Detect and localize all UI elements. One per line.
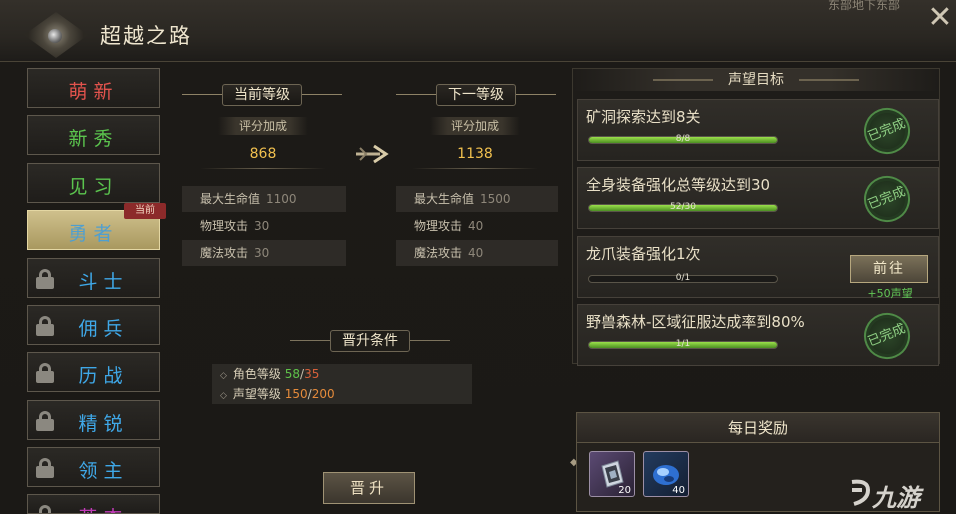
stat-value: 30 — [254, 246, 270, 260]
promote-button[interactable]: 晋升 — [323, 472, 415, 504]
goal-progress-text: 52/30 — [670, 202, 696, 212]
current-rank-badge: 当前 — [124, 203, 166, 219]
location-text: 东部地下东部 — [828, 0, 901, 12]
diamond-bullet-icon: ◇ — [220, 371, 227, 381]
current-score-label: 评分加成 — [218, 117, 308, 135]
title-bar: 超越之路 东部地下东部 ✕ — [0, 0, 956, 62]
sidebar-item-rank-9[interactable]: 英杰 — [27, 494, 160, 514]
completed-stamp-icon: 已完成 — [857, 306, 917, 366]
goal-title: 矿洞探索达到8关 — [586, 108, 701, 126]
stat-value: 40 — [468, 219, 484, 233]
sidebar-item-rank-8[interactable]: 领主 — [27, 447, 160, 487]
goal-progress-text: 1/1 — [675, 339, 691, 349]
goal-title: 全身装备强化总等级达到30 — [586, 176, 771, 194]
condition-row: ◇ 声望等级 150/200 — [212, 384, 472, 404]
current-level-header: 当前等级 — [182, 84, 342, 106]
condition-have: 150 — [284, 387, 308, 401]
reward-count: 20 — [618, 485, 631, 496]
close-button[interactable]: ✕ — [926, 3, 954, 34]
rank-label: 历战 — [78, 365, 129, 387]
daily-reward-header: 每日奖励 — [577, 413, 939, 443]
reputation-header: 声望目标 — [573, 69, 939, 91]
goal-item: 全身装备强化总等级达到30 52/30 已完成 — [577, 167, 939, 229]
reward-count: 40 — [672, 485, 685, 496]
goal-progress-text: 8/8 — [675, 134, 691, 144]
next-level-header: 下一等级 — [396, 84, 556, 106]
emblem-orb-icon — [48, 29, 62, 43]
reward-slot[interactable]: 20 — [589, 451, 635, 497]
sidebar-item-rank-3[interactable]: 勇者 当前 — [27, 203, 166, 250]
rank-label: 萌新 — [68, 81, 119, 103]
sidebar-item-rank-1[interactable]: 新秀 — [27, 115, 160, 155]
sidebar-item-rank-0[interactable]: 萌新 — [27, 68, 160, 108]
divider — [200, 168, 326, 169]
sidebar-item-rank-5[interactable]: 佣兵 — [27, 305, 160, 345]
condition-row: ◇ 角色等级 58/35 — [212, 364, 472, 384]
sidebar-item-rank-4[interactable]: 斗士 — [27, 258, 160, 298]
next-stat-row: 魔法攻击 40 — [396, 240, 558, 266]
goal-item: 龙爪装备强化1次 0/1 前往 +50声望 — [577, 236, 939, 300]
goal-title: 龙爪装备强化1次 — [586, 245, 701, 263]
stat-name: 最大生命值 — [414, 192, 475, 206]
condition-name: 声望等级 — [232, 387, 281, 401]
rank-label: 佣兵 — [78, 318, 129, 340]
next-stat-row: 物理攻击 40 — [396, 213, 558, 239]
reputation-panel: 声望目标 矿洞探索达到8关 8/8 已完成 全身装备强化总等级达到30 52/3… — [572, 68, 940, 366]
stat-name: 魔法攻击 — [200, 246, 249, 260]
goal-progress-text: 0/1 — [675, 273, 691, 283]
current-stat-row: 最大生命值 1100 — [182, 186, 346, 212]
goal-title: 野兽森林-区域征服达成率到80% — [586, 313, 805, 331]
goal-item: 矿洞探索达到8关 8/8 已完成 — [577, 99, 939, 161]
rank-label: 勇者 — [68, 223, 119, 245]
stat-name: 魔法攻击 — [414, 246, 463, 260]
current-stat-row: 魔法攻击 30 — [182, 240, 346, 266]
current-score-value: 868 — [249, 146, 277, 162]
conditions-header: 晋升条件 — [290, 330, 450, 352]
rank-label: 领主 — [78, 460, 129, 482]
diamond-bullet-icon: ◇ — [220, 391, 227, 401]
goal-reward-text: +50声望 — [867, 287, 913, 300]
rank-label: 英杰 — [48, 503, 159, 513]
stat-name: 物理攻击 — [414, 219, 463, 233]
stat-value: 40 — [468, 246, 484, 260]
rank-label: 精锐 — [78, 413, 129, 435]
stat-value: 1500 — [480, 192, 511, 206]
condition-need: 200 — [311, 387, 335, 401]
current-stat-row: 物理攻击 30 — [182, 213, 346, 239]
stat-name: 最大生命值 — [200, 192, 261, 206]
sidebar-item-rank-2[interactable]: 见习 — [27, 163, 160, 203]
next-score-value: 1138 — [457, 146, 493, 162]
stat-value: 30 — [254, 219, 270, 233]
sidebar-item-rank-7[interactable]: 精锐 — [27, 400, 160, 440]
stat-name: 物理攻击 — [200, 219, 249, 233]
window-title: 超越之路 — [100, 24, 192, 48]
completed-stamp-icon: 已完成 — [857, 101, 917, 161]
rank-label: 新秀 — [68, 128, 119, 150]
goto-button[interactable]: 前往 — [850, 255, 928, 283]
rank-label: 见习 — [68, 176, 119, 198]
divider — [412, 168, 538, 169]
condition-need: 35 — [304, 367, 320, 381]
upgrade-arrow-icon — [356, 144, 389, 164]
watermark-text: 九游 — [872, 484, 920, 512]
reward-slot[interactable]: 40 — [643, 451, 689, 497]
sidebar-item-rank-6[interactable]: 历战 — [27, 352, 160, 392]
condition-name: 角色等级 — [232, 367, 281, 381]
stat-value: 1100 — [266, 192, 297, 206]
watermark-logo-icon — [851, 479, 871, 506]
completed-stamp-icon: 已完成 — [857, 169, 917, 229]
rank-label: 斗士 — [78, 271, 129, 293]
goal-item: 野兽森林-区域征服达成率到80% 1/1 已完成 — [577, 304, 939, 366]
next-score-label: 评分加成 — [430, 117, 520, 135]
condition-have: 58 — [284, 367, 301, 381]
next-stat-row: 最大生命值 1500 — [396, 186, 558, 212]
